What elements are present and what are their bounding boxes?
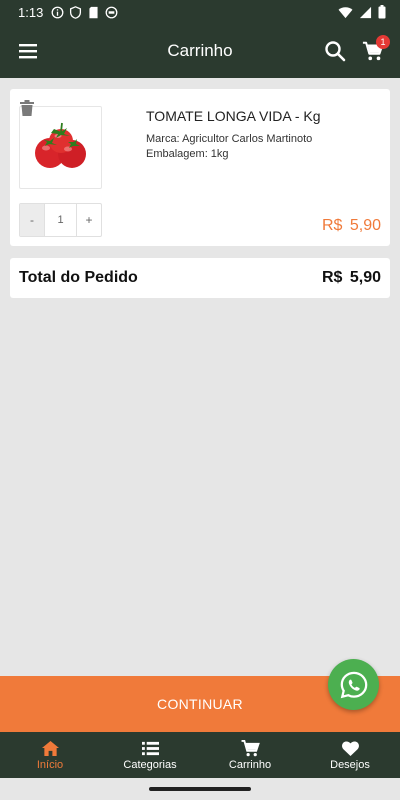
nav-label-inicio: Início [36, 758, 64, 771]
status-system-icons [338, 5, 386, 19]
cart-icon [241, 739, 260, 756]
order-total: Total do Pedido R$ 5,90 [10, 258, 390, 298]
cart-item-card: TOMATE LONGA VIDA - Kg Marca: Agricultor… [10, 89, 390, 246]
product-image [19, 106, 102, 189]
sync-icon [105, 6, 118, 18]
order-total-value: R$ 5,90 [321, 269, 381, 286]
list-icon [141, 741, 159, 755]
menu-icon[interactable] [17, 40, 39, 62]
home-icon [41, 740, 59, 756]
gesture-handle[interactable] [149, 787, 251, 791]
increment-button[interactable]: + [77, 204, 101, 236]
order-total-label: Total do Pedido [19, 269, 138, 286]
decrement-button[interactable]: - [20, 204, 44, 236]
nav-item-inicio[interactable]: Início [0, 732, 100, 778]
product-package: Embalagem: 1kg [146, 148, 229, 160]
status-notification-icons [51, 5, 118, 19]
product-price: R$ 5,90 [321, 217, 381, 234]
info-icon [51, 6, 64, 18]
search-icon[interactable] [323, 39, 347, 63]
status-bar: 1:13 [0, 0, 400, 24]
whatsapp-icon [340, 671, 367, 698]
sd-card-icon [89, 6, 98, 18]
battery-icon [378, 5, 386, 19]
bottom-nav: Início Categorias Carrinho Desejos [0, 732, 400, 778]
signal-icon [359, 6, 372, 18]
product-name: TOMATE LONGA VIDA - Kg [146, 108, 321, 124]
whatsapp-button[interactable] [328, 659, 379, 710]
gesture-bar [0, 778, 400, 800]
shield-icon [70, 5, 82, 19]
nav-label-desejos: Desejos [330, 758, 370, 771]
trash-icon[interactable] [19, 100, 35, 117]
app-bar: Carrinho 1 [0, 24, 400, 78]
cart-badge: 1 [376, 35, 390, 49]
product-brand: Marca: Agricultor Carlos Martinoto [146, 133, 313, 145]
quantity-value[interactable]: 1 [44, 204, 77, 236]
heart-icon [341, 740, 359, 756]
nav-item-desejos[interactable]: Desejos [300, 732, 400, 778]
nav-item-carrinho[interactable]: Carrinho [200, 732, 300, 778]
nav-item-categorias[interactable]: Categorias [100, 732, 200, 778]
tomato-image [35, 122, 86, 168]
product-meta: Marca: Agricultor Carlos Martinoto Embal… [146, 132, 312, 162]
wifi-icon [338, 6, 353, 18]
quantity-stepper: - 1 + [19, 203, 102, 237]
status-time: 1:13 [18, 4, 44, 20]
nav-label-categorias: Categorias [123, 758, 177, 771]
nav-label-carrinho: Carrinho [228, 758, 272, 771]
